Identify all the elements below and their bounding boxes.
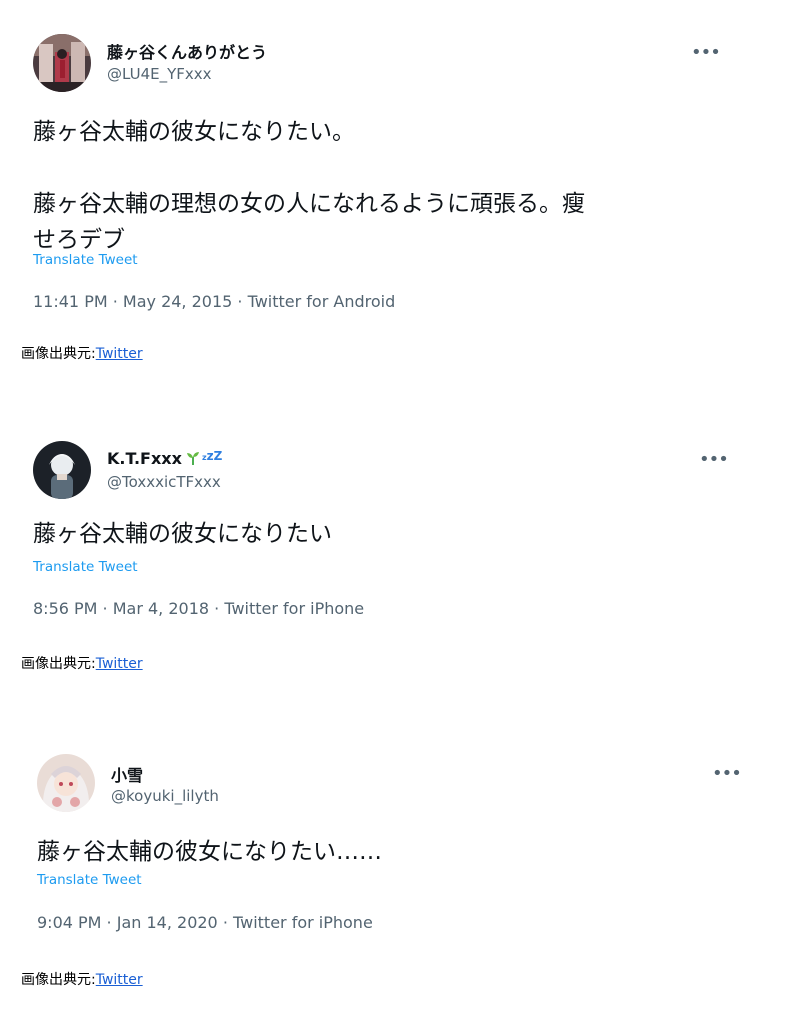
more-options-icon[interactable]: ••• <box>691 44 721 62</box>
tweet-text: 藤ヶ谷太輔の彼女になりたい。 藤ヶ谷太輔の理想の女の人になれるように頑張る。瘦 … <box>33 119 585 253</box>
user-handle[interactable]: @koyuki_lilyth <box>111 787 219 805</box>
tweet-text: 藤ヶ谷太輔の彼女になりたい…… <box>37 839 382 865</box>
more-options-icon[interactable]: ••• <box>699 451 729 469</box>
credit-link[interactable]: Twitter <box>96 972 143 988</box>
tweet-card-1[interactable]: 藤ヶ谷くんありがとう @LU4E_YFxxx ••• 藤ヶ谷太輔の彼女になりたい… <box>33 34 753 324</box>
credit-link[interactable]: Twitter <box>96 346 143 362</box>
tweet-timestamp[interactable]: 11:41 PM · May 24, 2015 · Twitter for An… <box>33 292 395 311</box>
more-options-icon[interactable]: ••• <box>712 765 742 783</box>
translate-tweet-link[interactable]: Translate Tweet <box>33 559 138 575</box>
credit-prefix: 画像出典元: <box>21 346 96 362</box>
user-avatar[interactable] <box>33 441 91 499</box>
sprout-icon <box>186 452 199 465</box>
credit-link[interactable]: Twitter <box>96 656 143 672</box>
translate-tweet-link[interactable]: Translate Tweet <box>33 252 138 268</box>
display-name[interactable]: 小雪 <box>111 762 143 786</box>
avatar-image-icon <box>33 441 91 499</box>
tweet-card-3[interactable]: 小雪 @koyuki_lilyth ••• 藤ヶ谷太輔の彼女になりたい…… Tr… <box>37 754 757 939</box>
user-handle[interactable]: @ToxxxicTFxxx <box>107 473 221 491</box>
tweet-card-2[interactable]: K.T.Fxxx zzZ @ToxxxicTFxxx ••• 藤ヶ谷太輔の彼女にな… <box>33 441 753 621</box>
user-avatar[interactable] <box>33 34 91 92</box>
display-name[interactable]: 藤ヶ谷くんありがとう <box>107 39 267 63</box>
image-source-credit: 画像出典元:Twitter <box>21 969 143 989</box>
user-handle[interactable]: @LU4E_YFxxx <box>107 65 212 83</box>
image-source-credit: 画像出典元:Twitter <box>21 653 143 673</box>
display-name[interactable]: K.T.Fxxx zzZ <box>107 449 222 468</box>
credit-prefix: 画像出典元: <box>21 972 96 988</box>
translate-tweet-link[interactable]: Translate Tweet <box>37 872 142 888</box>
credit-prefix: 画像出典元: <box>21 656 96 672</box>
tweet-timestamp[interactable]: 8:56 PM · Mar 4, 2018 · Twitter for iPho… <box>33 599 364 618</box>
sleeping-zzz-icon: zzZ <box>201 449 223 463</box>
tweet-text: 藤ヶ谷太輔の彼女になりたい <box>33 521 332 547</box>
user-avatar[interactable] <box>37 754 95 812</box>
avatar-image-icon <box>37 754 95 812</box>
image-source-credit: 画像出典元:Twitter <box>21 343 143 363</box>
display-name-text: K.T.Fxxx <box>107 449 182 468</box>
avatar-image-icon <box>33 34 91 92</box>
tweet-timestamp[interactable]: 9:04 PM · Jan 14, 2020 · Twitter for iPh… <box>37 913 373 932</box>
